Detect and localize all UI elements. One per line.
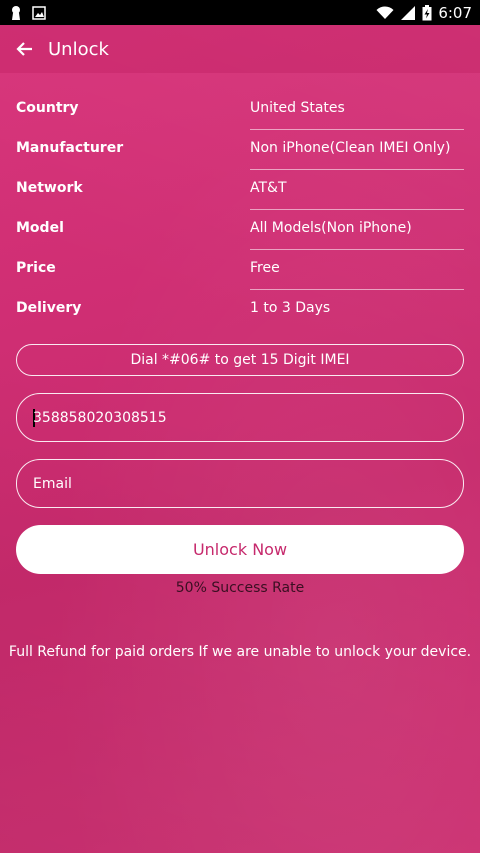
info-value: United States (250, 100, 345, 116)
info-value: AT&T (250, 180, 287, 196)
page-title: Unlock (48, 38, 109, 60)
status-time: 6:07 (438, 3, 472, 22)
info-label: Price (16, 260, 56, 276)
keyhole-icon (10, 5, 22, 21)
info-row-model: Model All Models(Non iPhone) (16, 210, 464, 250)
info-row-country: Country United States (16, 90, 464, 130)
app-bar: Unlock (0, 25, 480, 73)
battery-charging-icon (422, 4, 432, 21)
signal-icon (400, 5, 416, 20)
wifi-icon (376, 5, 394, 20)
success-rate-text: 50% Success Rate (175, 580, 305, 596)
info-row-delivery: Delivery 1 to 3 Days (16, 290, 464, 330)
refund-note: Full Refund for paid orders If we are un… (8, 644, 472, 660)
dial-imei-button[interactable]: Dial *#06# to get 15 Digit IMEI (16, 344, 464, 376)
info-label: Model (16, 220, 64, 236)
info-row-network: Network AT&T (16, 170, 464, 210)
info-label: Delivery (16, 300, 82, 316)
info-value: Non iPhone(Clean IMEI Only) (250, 140, 451, 156)
email-input[interactable]: Email (16, 459, 464, 508)
image-icon (32, 5, 46, 20)
device-info-table: Country United States Manufacturer Non i… (16, 90, 464, 330)
imei-value: 358858020308515 (33, 409, 167, 426)
info-value: All Models(Non iPhone) (250, 220, 412, 236)
status-bar: 6:07 (0, 0, 480, 25)
unlock-now-button[interactable]: Unlock Now (16, 525, 464, 574)
info-label: Network (16, 180, 83, 196)
info-value: Free (250, 260, 280, 276)
imei-input[interactable]: 358858020308515 (16, 393, 464, 442)
info-label: Country (16, 100, 79, 116)
info-value: 1 to 3 Days (250, 300, 331, 316)
info-row-price: Price Free (16, 250, 464, 290)
back-button[interactable] (0, 25, 48, 73)
info-row-manufacturer: Manufacturer Non iPhone(Clean IMEI Only) (16, 130, 464, 170)
info-label: Manufacturer (16, 140, 124, 156)
arrow-left-icon (15, 41, 33, 57)
email-placeholder: Email (33, 475, 72, 492)
